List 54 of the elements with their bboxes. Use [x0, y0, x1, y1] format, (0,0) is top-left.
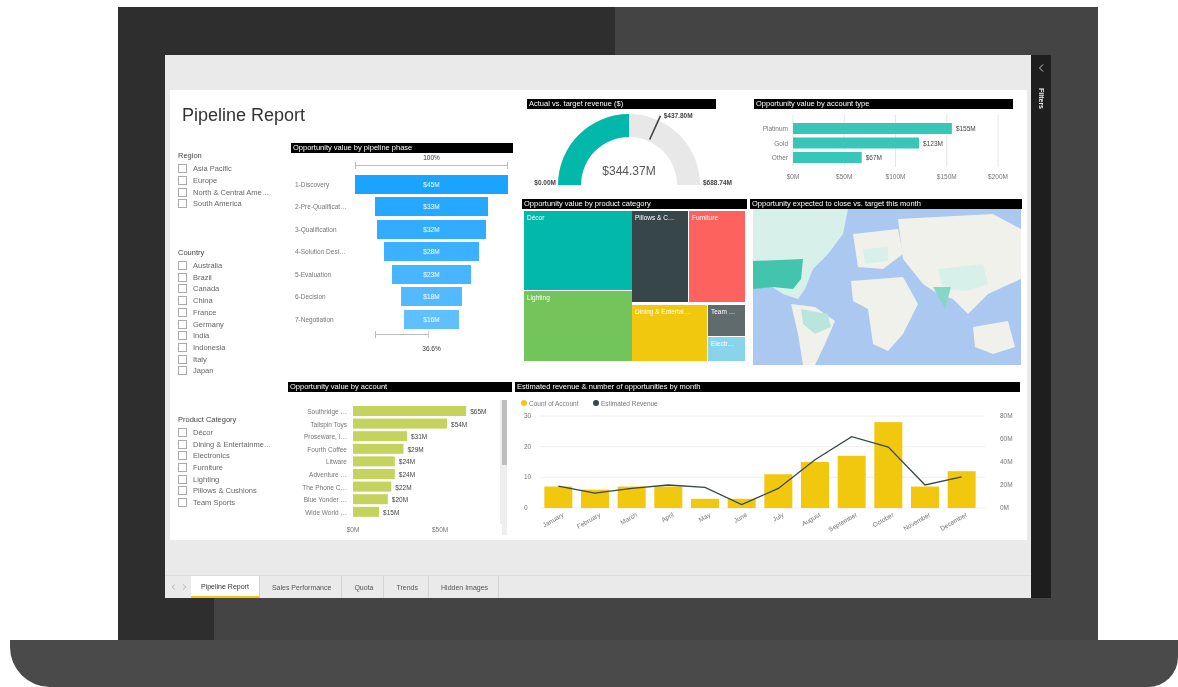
bar [837, 455, 866, 508]
bar [353, 456, 395, 467]
checkbox[interactable] [178, 354, 187, 364]
checkbox[interactable] [178, 199, 187, 209]
checkbox[interactable] [178, 187, 187, 197]
scale-bracket [374, 330, 430, 338]
bar [654, 486, 683, 508]
bar [544, 486, 573, 508]
bar [353, 481, 392, 492]
checkbox[interactable] [178, 451, 187, 461]
checkbox[interactable] [178, 427, 187, 437]
bar [691, 498, 719, 508]
chevron-right-icon[interactable] [182, 584, 187, 590]
checkbox[interactable] [178, 342, 187, 352]
bar [353, 469, 395, 479]
bar [911, 486, 939, 508]
treemap-tile[interactable] [689, 211, 745, 302]
gauge-value: $344.37M [602, 164, 656, 178]
bar [581, 489, 609, 508]
bar [801, 462, 829, 508]
bar [353, 506, 380, 517]
checkbox[interactable] [178, 319, 187, 329]
bar [617, 486, 646, 508]
target-marker [648, 115, 662, 141]
treemap-tile[interactable] [632, 305, 707, 361]
bar [793, 152, 862, 163]
treemap-tile[interactable] [708, 305, 745, 336]
checkbox[interactable] [178, 284, 187, 294]
checkbox[interactable] [178, 331, 187, 341]
checkbox[interactable] [178, 439, 187, 449]
checkbox[interactable] [178, 474, 187, 484]
bar [727, 498, 756, 508]
treemap-tile[interactable] [524, 211, 632, 290]
checkbox[interactable] [178, 176, 187, 186]
bar [353, 443, 404, 454]
bar [947, 471, 976, 508]
bar [764, 474, 793, 508]
bar [353, 431, 407, 442]
checkbox[interactable] [178, 486, 187, 496]
checkbox[interactable] [178, 164, 187, 174]
report-title: Pipeline Report [182, 105, 307, 127]
checkbox[interactable] [178, 463, 187, 473]
checkbox[interactable] [178, 272, 187, 282]
checkbox[interactable] [178, 366, 187, 376]
scrollbar[interactable] [502, 400, 507, 535]
checkbox[interactable] [178, 296, 187, 306]
checkbox[interactable] [178, 261, 187, 271]
checkbox[interactable] [178, 498, 187, 508]
treemap-tile[interactable] [632, 211, 688, 302]
chevron-left-icon[interactable] [1038, 64, 1044, 72]
bar [353, 494, 388, 505]
treemap-tile[interactable] [524, 291, 632, 361]
checkbox[interactable] [178, 307, 187, 317]
treemap-tile[interactable] [708, 337, 745, 361]
